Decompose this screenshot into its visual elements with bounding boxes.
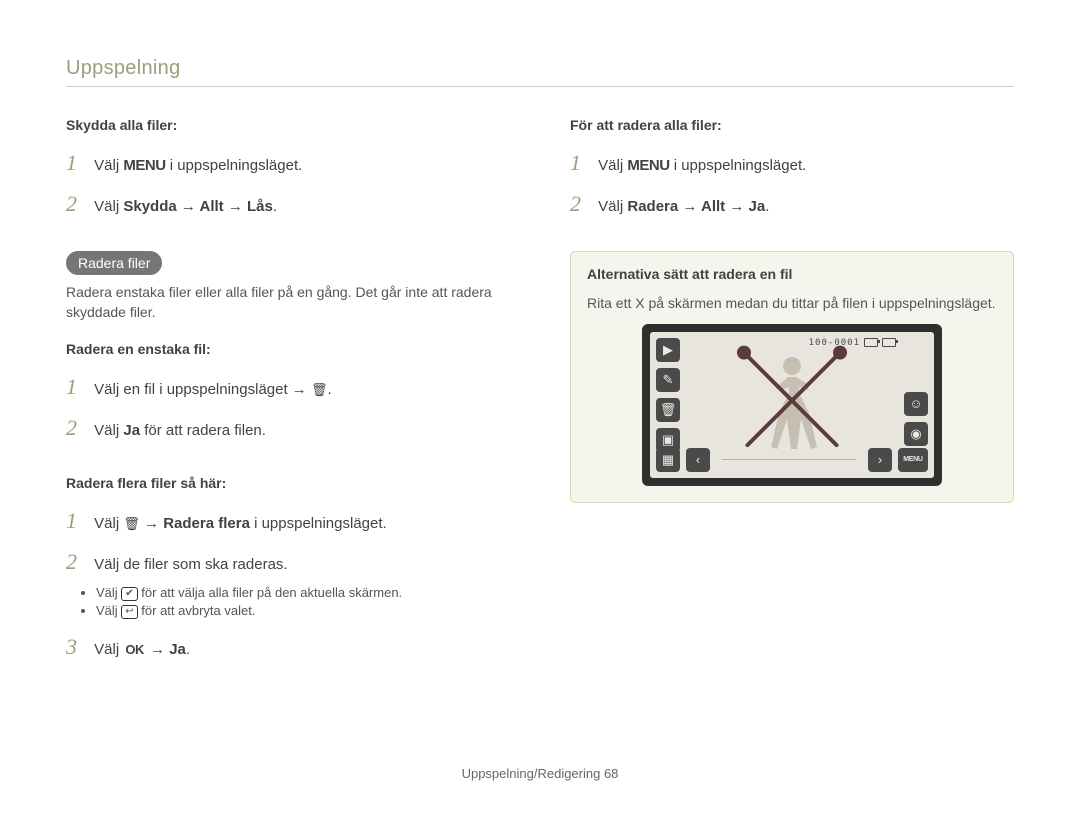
bullet: Välj för att avbryta valet.	[96, 603, 510, 619]
menu-icon: MENU	[898, 448, 928, 472]
text: Välj	[598, 157, 627, 174]
text: .	[765, 198, 769, 215]
step-number: 2	[66, 186, 90, 221]
trash-icon	[311, 381, 328, 398]
menu-icon: MENU	[123, 157, 165, 174]
page-footer: Uppspelning/Redigering 68	[0, 766, 1080, 781]
step-number: 1	[570, 145, 594, 180]
menu-icon: MENU	[627, 157, 669, 174]
pill-delete-files: Radera filer	[66, 251, 162, 275]
text: i uppspelningsläget.	[166, 157, 303, 174]
next-icon: ›	[868, 448, 892, 472]
step-single-2: 2 Välj Ja för att radera filen.	[66, 410, 510, 445]
text: Välj	[94, 198, 123, 215]
text-bold: Ja	[123, 422, 140, 439]
screen-bottom-bar: ▦ ‹ › MENU	[656, 448, 928, 472]
text: i uppspelningsläget.	[670, 157, 807, 174]
step-multi-1: 1 Välj → Radera flera i uppspelningsläge…	[66, 503, 510, 538]
select-all-icon	[121, 587, 137, 601]
footer-page-number: 68	[604, 766, 618, 781]
step-multi-3: 3 Välj OK → Ja.	[66, 629, 510, 664]
camera-screen: ▶ ✎ 🗑 ▣ ☺ ◉ 100-0001	[642, 324, 942, 486]
heading-delete-multi: Radera flera filer så här:	[66, 475, 510, 491]
page-title: Uppspelning	[66, 57, 1014, 80]
step-protect-1: 1 Välj MENU i uppspelningsläget.	[66, 145, 510, 180]
bullet: Välj för att välja alla filer på den akt…	[96, 585, 510, 601]
battery-icon	[882, 338, 896, 347]
x-gesture	[737, 346, 847, 456]
text: Välj de filer som ska raderas.	[94, 556, 287, 573]
trash-icon: 🗑	[656, 398, 680, 422]
divider	[66, 86, 1014, 87]
step-number: 2	[570, 186, 594, 221]
step-number: 2	[66, 410, 90, 445]
left-column: Skydda alla filer: 1 Välj MENU i uppspel…	[66, 117, 510, 671]
face-icon: ☺	[904, 392, 928, 416]
multi-bullets: Välj för att välja alla filer på den akt…	[96, 585, 510, 619]
step-number: 1	[66, 145, 90, 180]
text-bold: Skydda → Allt → Lås	[123, 198, 272, 215]
text: .	[186, 641, 190, 658]
step-all-1: 1 Välj MENU i uppspelningsläget.	[570, 145, 1014, 180]
step-number: 2	[66, 544, 90, 579]
heading-protect-all: Skydda alla filer:	[66, 117, 510, 133]
battery-icon	[864, 338, 878, 347]
text: Välj	[96, 603, 121, 618]
heading-delete-single: Radera en enstaka fil:	[66, 341, 510, 357]
text: .	[327, 381, 331, 398]
tip-text: Rita ett X på skärmen medan du tittar på…	[587, 294, 997, 314]
text: i uppspelningsläget.	[250, 515, 387, 532]
text-bold: → Ja	[146, 641, 186, 658]
text: Välj	[598, 198, 627, 215]
tip-heading: Alternativa sätt att radera en fil	[587, 266, 997, 282]
step-all-2: 2 Välj Radera → Allt → Ja.	[570, 186, 1014, 221]
cancel-icon	[121, 605, 137, 619]
text-bold: → Radera flera	[140, 515, 250, 532]
step-multi-2: 2 Välj de filer som ska raderas.	[66, 544, 510, 579]
play-icon: ▶	[656, 338, 680, 362]
screen-right-icons: ☺ ◉	[904, 338, 928, 446]
text: för att välja alla filer på den aktuella…	[138, 585, 402, 600]
footer-section: Uppspelning/Redigering	[462, 766, 604, 781]
text: .	[273, 198, 277, 215]
text: för att radera filen.	[140, 422, 266, 439]
ok-icon: OK	[123, 640, 146, 661]
step-number: 1	[66, 503, 90, 538]
heading-delete-all: För att radera alla filer:	[570, 117, 1014, 133]
text: Välj	[94, 157, 123, 174]
screen-left-icons: ▶ ✎ 🗑 ▣	[656, 338, 680, 452]
step-protect-2: 2 Välj Skydda → Allt → Lås.	[66, 186, 510, 221]
text: Välj	[96, 585, 121, 600]
text: Välj	[94, 515, 123, 532]
tip-box: Alternativa sätt att radera en fil Rita …	[570, 251, 1014, 503]
text: Välj	[94, 422, 123, 439]
step-single-1: 1 Välj en fil i uppspelningsläget → .	[66, 369, 510, 404]
thumbnail-icon: ▦	[656, 448, 680, 472]
trash-icon	[123, 515, 140, 532]
step-number: 1	[66, 369, 90, 404]
right-column: För att radera alla filer: 1 Välj MENU i…	[570, 117, 1014, 671]
prev-icon: ‹	[686, 448, 710, 472]
text: för att avbryta valet.	[138, 603, 256, 618]
delete-intro: Radera enstaka filer eller alla filer på…	[66, 283, 510, 322]
step-number: 3	[66, 629, 90, 664]
text: Välj	[94, 641, 123, 658]
text: Välj en fil i uppspelningsläget →	[94, 381, 311, 398]
text-bold: Radera → Allt → Ja	[627, 198, 765, 215]
edit-icon: ✎	[656, 368, 680, 392]
record-icon: ◉	[904, 422, 928, 446]
